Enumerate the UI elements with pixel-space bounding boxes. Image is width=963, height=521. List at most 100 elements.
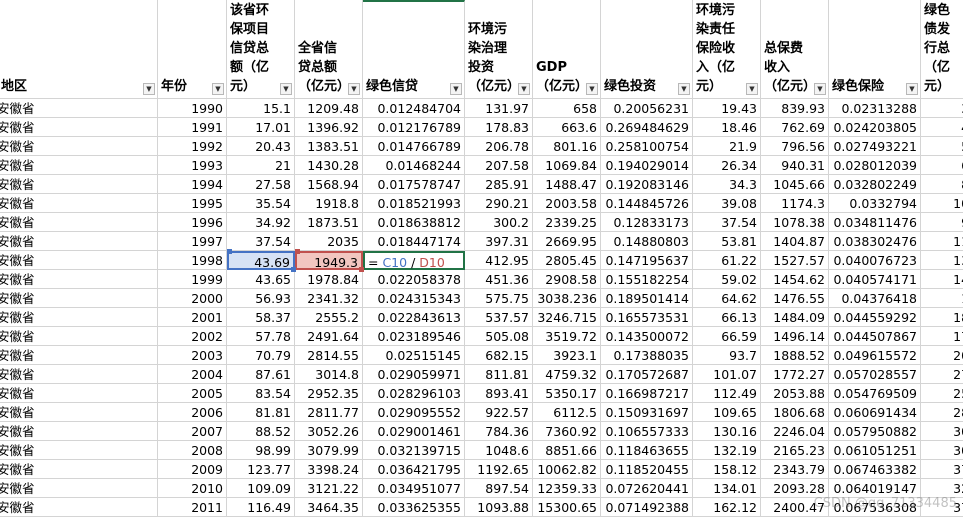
cell[interactable]: 17.01 [227,118,295,137]
cell[interactable]: 173 [921,327,963,346]
cell[interactable]: 801.16 [533,137,601,156]
filter-dropdown-icon[interactable]: ▼ [450,83,462,95]
cell[interactable]: 207.58 [465,156,533,175]
cell[interactable]: 2952.35 [295,384,363,403]
cell[interactable]: 安徽省 [0,251,158,270]
cell[interactable]: 1396.92 [295,118,363,137]
filter-dropdown-icon[interactable]: ▼ [906,83,918,95]
filter-dropdown-icon[interactable]: ▼ [143,83,155,95]
cell[interactable]: 2053.88 [761,384,829,403]
cell[interactable]: 35.54 [227,194,295,213]
cell[interactable]: 安徽省 [0,422,158,441]
cell[interactable]: 0.014766789 [363,137,465,156]
cell[interactable]: 10062.82 [533,460,601,479]
cell[interactable]: 0.022843613 [363,308,465,327]
cell[interactable]: 2814.55 [295,346,363,365]
cell[interactable]: 37.54 [227,232,295,251]
cell[interactable]: 0.150931697 [601,403,693,422]
cell[interactable]: 8851.66 [533,441,601,460]
cell[interactable]: 109.65 [693,403,761,422]
cell[interactable]: 270 [921,365,963,384]
cell[interactable]: 2339.25 [533,213,601,232]
cell[interactable]: 0.14880803 [601,232,693,251]
cell[interactable]: 0.144845726 [601,194,693,213]
filter-dropdown-icon[interactable]: ▼ [280,83,292,95]
cell[interactable]: 34.92 [227,213,295,232]
cell[interactable]: 1978.84 [295,270,363,289]
cell[interactable]: 0.028296103 [363,384,465,403]
cell[interactable]: 15 [921,289,963,308]
cell[interactable]: 893.41 [465,384,533,403]
cell[interactable]: 1772.27 [761,365,829,384]
cell[interactable]: 0.189501414 [601,289,693,308]
cell[interactable]: 0.118520455 [601,460,693,479]
cell[interactable]: 安徽省 [0,289,158,308]
cell[interactable]: 2003 [158,346,227,365]
cell[interactable]: 162.12 [693,498,761,517]
cell[interactable]: 34.3 [693,175,761,194]
column-header-10[interactable]: 总保费收入（亿元） ▼ [761,0,829,99]
cell[interactable]: 158.12 [693,460,761,479]
cell[interactable]: 1999 [158,270,227,289]
cell[interactable]: 0.061051251 [829,441,921,460]
cell[interactable]: 0.033625355 [363,498,465,517]
cell[interactable]: 575.75 [465,289,533,308]
cell[interactable]: 安徽省 [0,270,158,289]
cell[interactable]: 3398.24 [295,460,363,479]
cell[interactable]: 451.36 [465,270,533,289]
cell[interactable]: 2005 [158,384,227,403]
cell[interactable]: 0.060691434 [829,403,921,422]
column-header-6[interactable]: 环境污染治理投资（亿元） ▼ [465,0,533,99]
cell[interactable]: 58 [921,137,963,156]
cell[interactable]: 0.20056231 [601,99,693,118]
cell[interactable]: 2004 [158,365,227,384]
cell[interactable]: 3079.99 [295,441,363,460]
cell[interactable]: 66.13 [693,308,761,327]
cell[interactable]: 133 [921,251,963,270]
cell[interactable]: 116.49 [227,498,295,517]
cell[interactable]: 658 [533,99,601,118]
cell[interactable]: 1995 [158,194,227,213]
cell[interactable]: 0.166987217 [601,384,693,403]
cell[interactable]: 83.54 [227,384,295,403]
cell[interactable]: 784.36 [465,422,533,441]
cell[interactable]: 0.029059971 [363,365,465,384]
cell[interactable]: 安徽省 [0,118,158,137]
cell[interactable]: 21 [227,156,295,175]
filter-dropdown-icon[interactable]: ▼ [586,83,598,95]
filter-dropdown-icon[interactable]: ▼ [212,83,224,95]
cell[interactable]: 290.21 [465,194,533,213]
spreadsheet-grid[interactable]: 地区 ▼ 年份 ▼ 该省环保项目信贷总额（亿元） ▼ 全省信贷总额（亿元） ▼ 绿色信贷 ▼ 环境污… [0,0,963,521]
filter-dropdown-icon[interactable]: ▼ [518,83,530,95]
cell[interactable]: 12359.33 [533,479,601,498]
cell[interactable]: 0.269484629 [601,118,693,137]
cell[interactable]: 1174.3 [761,194,829,213]
cell[interactable]: 安徽省 [0,498,158,517]
cell[interactable]: 26.34 [693,156,761,175]
cell[interactable]: 130.16 [693,422,761,441]
cell[interactable]: 1998 [158,251,227,270]
cell[interactable]: 109.09 [227,479,295,498]
cell[interactable]: 0.04376418 [829,289,921,308]
cell[interactable]: 3038.236 [533,289,601,308]
cell[interactable]: 3246.715 [533,308,601,327]
cell[interactable]: 1209.48 [295,99,363,118]
cell[interactable]: 0.155182254 [601,270,693,289]
cell[interactable]: 安徽省 [0,327,158,346]
cell[interactable]: 安徽省 [0,194,158,213]
cell[interactable]: 300.2 [465,213,533,232]
cell[interactable]: 81.81 [227,403,295,422]
cell[interactable]: 0.018638812 [363,213,465,232]
cell[interactable]: 0.067463382 [829,460,921,479]
cell[interactable]: 1048.6 [465,441,533,460]
filter-dropdown-icon[interactable]: ▼ [746,83,758,95]
cell[interactable]: 1093.88 [465,498,533,517]
cell[interactable]: 安徽省 [0,175,158,194]
cell[interactable]: 376 [921,460,963,479]
cell[interactable]: 37.54 [693,213,761,232]
cell[interactable]: 1069.84 [533,156,601,175]
cell[interactable]: 285.91 [465,175,533,194]
cell[interactable]: 1484.09 [761,308,829,327]
cell[interactable]: 2007 [158,422,227,441]
cell[interactable]: 15.1 [227,99,295,118]
